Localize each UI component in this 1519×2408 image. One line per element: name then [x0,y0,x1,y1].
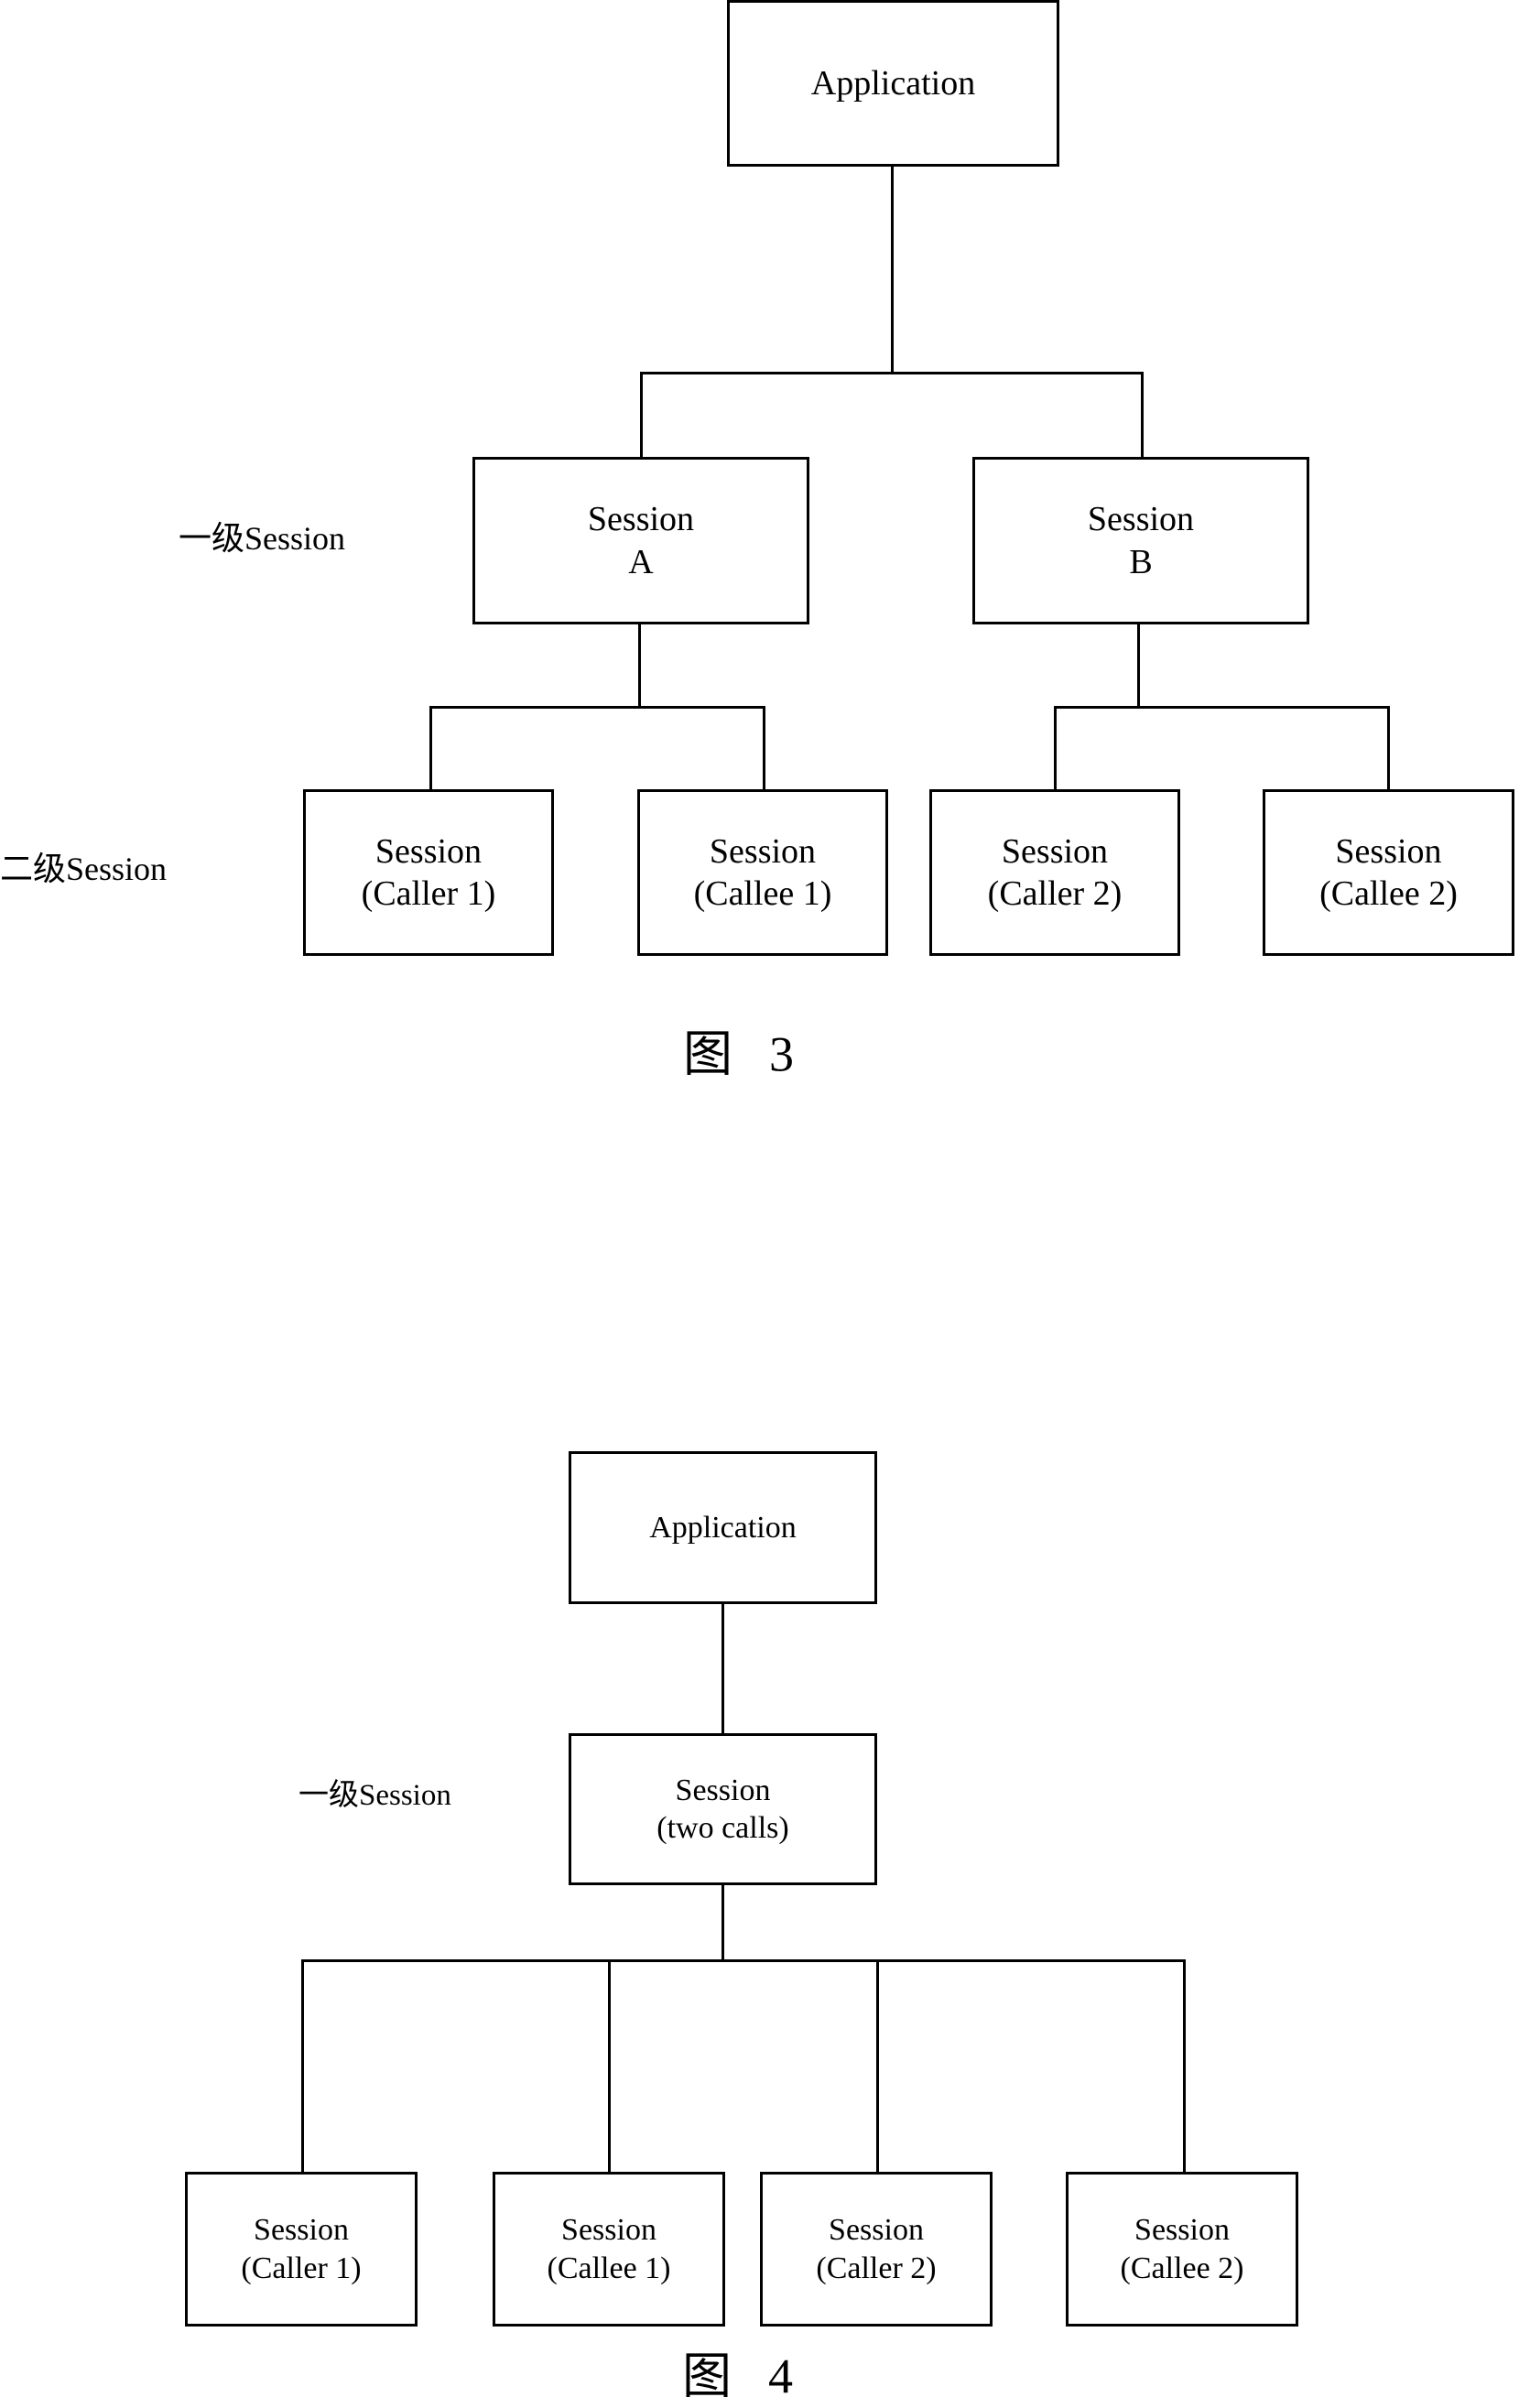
fig3-connector-to-session-a [640,372,643,458]
fig3-session-b-node: Session B [972,457,1309,624]
fig3-caller1-node: Session (Caller 1) [303,789,554,956]
fig3-session-a-node: Session A [472,457,809,624]
node-label: Session [561,2213,656,2248]
node-sublabel: (Caller 1) [361,874,496,913]
fig4-caption: 图4 [682,2336,793,2408]
fig3-connector-a-bar [429,706,765,709]
fig3-callee1-node: Session (Callee 1) [637,789,888,956]
fig3-callee2-node: Session (Callee 2) [1263,789,1514,956]
fig4-application-node: Application [569,1451,877,1604]
fig3-connector-a-stem [638,624,641,709]
fig3-connector-to-session-b [1141,372,1144,458]
fig4-level1-label: 一级Session [298,1779,451,1812]
caption-number: 3 [769,1026,794,1082]
fig4-callee2-node: Session (Callee 2) [1066,2172,1298,2327]
node-sublabel: (Callee 2) [1120,2251,1244,2285]
fig3-level1-label: 一级Session [179,520,346,557]
fig3-caller2-node: Session (Caller 2) [929,789,1180,956]
node-label: Session [1087,500,1195,539]
fig3-connector-to-caller1 [429,706,432,790]
fig4-callee1-node: Session (Callee 1) [493,2172,725,2327]
node-label: Application [810,63,976,103]
caption-prefix: 图 [682,2348,732,2404]
node-label: Session [1134,2213,1230,2248]
node-sublabel: (two calls) [656,1811,789,1845]
node-sublabel: (Caller 2) [987,874,1123,913]
node-label: Session [374,831,483,871]
caption-number: 4 [768,2348,793,2404]
caption-prefix: 图 [683,1026,732,1082]
node-sublabel: (Callee 2) [1319,874,1458,913]
fig4-connector-to-callee2 [1183,1959,1186,2174]
node-sublabel: (Caller 2) [816,2251,937,2285]
node-label: Application [649,1510,797,1545]
node-label: Session [254,2213,349,2248]
node-sublabel: (Caller 1) [241,2251,362,2285]
node-sublabel: A [628,542,654,581]
fig3-connector-b-stem [1137,624,1140,709]
node-label: Session [675,1773,771,1807]
node-sublabel: (Callee 1) [547,2251,671,2285]
fig3-connector-to-callee1 [763,706,765,790]
fig3-level2-label: 二级Session [0,851,168,887]
fig4-connector-to-caller1 [301,1959,304,2174]
node-label: Session [1001,831,1109,871]
fig3-application-node: Application [727,0,1059,167]
fig4-connector-level1-stem [722,1884,724,1962]
node-sublabel: (Callee 1) [693,874,832,913]
fig4-session-two-calls-node: Session (two calls) [569,1733,877,1885]
fig3-caption: 图3 [683,1014,794,1086]
node-label: Session [709,831,817,871]
fig4-caller1-node: Session (Caller 1) [185,2172,418,2327]
fig3-connector-b-bar [1054,706,1390,709]
fig4-connector-to-callee1 [608,1959,611,2174]
fig3-connector-level1-bar [640,372,1144,374]
fig3-connector-root-stem [891,166,894,374]
fig3-connector-to-caller2 [1054,706,1057,790]
fig4-caller2-node: Session (Caller 2) [760,2172,993,2327]
node-label: Session [829,2213,924,2248]
node-label: Session [1335,831,1442,871]
fig4-connector-to-caller2 [876,1959,879,2174]
node-label: Session [587,500,695,539]
fig4-connector-level2-bar [301,1959,1186,1962]
node-sublabel: B [1129,542,1153,581]
fig3-connector-to-callee2 [1387,706,1390,790]
fig4-connector-root-stem [722,1603,724,1734]
